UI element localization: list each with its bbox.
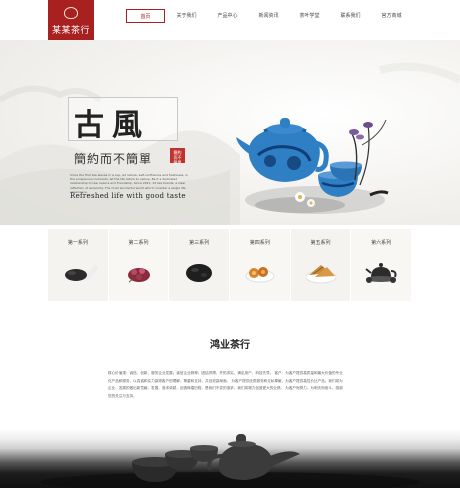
nav-item-contact[interactable]: 联系我们 xyxy=(331,9,370,23)
snack-pieces-icon xyxy=(305,265,337,284)
series-label: 第一系列 xyxy=(67,240,88,246)
main-nav: 首页 关于我们 产品中心 新闻资讯 茶叶学堂 联系我们 官方商城 xyxy=(126,9,411,23)
series-card-6[interactable]: 第六系列 xyxy=(351,229,412,301)
footer-teaset-banner xyxy=(0,422,460,488)
series-label: 第二系列 xyxy=(128,240,149,246)
banner-subtitle: 簡約而不簡單 xyxy=(74,152,153,166)
logo[interactable]: 某某茶行 xyxy=(48,0,94,42)
red-seal-stamp: 簡約 而不 簡單 xyxy=(170,148,185,165)
dark-teaset-decoration xyxy=(40,434,420,488)
series-label: 第三系列 xyxy=(189,240,210,246)
rose-tea-icon xyxy=(127,268,150,283)
header: 某某茶行 首页 关于我们 产品中心 新闻资讯 茶叶学堂 联系我们 官方商城 xyxy=(0,0,460,42)
nav-item-products[interactable]: 产品中心 xyxy=(208,9,247,23)
series-label: 第四系列 xyxy=(249,240,270,246)
teaset-icon xyxy=(365,263,397,283)
dried-fruit-icon xyxy=(245,267,275,283)
series-card-3[interactable]: 第三系列 xyxy=(169,229,230,301)
series-card-5[interactable]: 第五系列 xyxy=(290,229,352,301)
teapot-illustration xyxy=(236,118,389,214)
series-label: 第六系列 xyxy=(371,240,392,246)
black-tea-icon xyxy=(186,264,213,282)
tea-leaves-dark-icon xyxy=(65,264,98,282)
nav-item-about[interactable]: 关于我们 xyxy=(167,9,206,23)
hero-banner[interactable]: 古風 簡約而不簡單 簡約 而不 簡單 Since the first tea lea… xyxy=(0,40,460,225)
about-title: 鸿业茶行 xyxy=(210,340,250,351)
about-text: 核心价值观：诚信、创新、服务企业发展；诚信企业精神；团结拼搏、开拓求实、满足用户… xyxy=(108,371,343,398)
nav-item-home[interactable]: 首页 xyxy=(126,9,165,23)
banner-title: 古風 xyxy=(74,108,150,143)
nav-item-news[interactable]: 新闻资讯 xyxy=(249,9,288,23)
product-series-strip: 第一系列 第二系列 第三系列 第四系列 第五系列 第六系列 xyxy=(48,229,412,301)
page: 某某茶行 首页 关于我们 产品中心 新闻资讯 茶叶学堂 联系我们 官方商城 古風… xyxy=(0,0,460,488)
series-card-1[interactable]: 第一系列 xyxy=(48,229,109,301)
banner-tagline: Refreshed life with good taste xyxy=(70,192,186,200)
logo-text: 某某茶行 xyxy=(51,26,90,36)
series-card-4[interactable]: 第四系列 xyxy=(229,229,291,301)
series-label: 第五系列 xyxy=(310,240,331,246)
tea-emblem-icon xyxy=(64,7,78,19)
nav-item-shop[interactable]: 官方商城 xyxy=(372,9,411,23)
nav-item-tea-school[interactable]: 茶叶学堂 xyxy=(290,9,329,23)
series-card-2[interactable]: 第二系列 xyxy=(108,229,170,301)
banner-description: Since the first tea leaves in a cup, let… xyxy=(70,173,188,194)
